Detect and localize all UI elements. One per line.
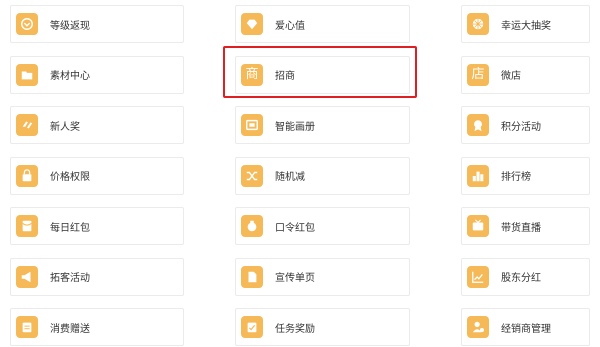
feature-item[interactable]: 素材中心: [10, 55, 184, 94]
lottery-wheel-icon: [467, 13, 489, 35]
growth-chart-icon: [467, 265, 489, 288]
feature-item[interactable]: 价格权限: [10, 156, 184, 195]
feature-label: 随机减: [275, 172, 305, 183]
feature-item[interactable]: 任务奖励: [235, 308, 410, 346]
feature-label: 排行榜: [501, 172, 531, 183]
hands-icon: [16, 114, 38, 136]
feature-label: 智能画册: [275, 121, 315, 133]
folder-icon: [16, 63, 38, 86]
feature-label: 招商: [275, 71, 295, 82]
money-bag-icon: [241, 215, 263, 237]
feature-item[interactable]: 等级返现: [10, 5, 184, 43]
feature-item[interactable]: 新人奖: [10, 106, 184, 144]
megaphone-icon: [16, 265, 38, 288]
feature-item[interactable]: 股东分红: [461, 257, 590, 296]
shuffle-icon: [241, 164, 263, 187]
feature-label: 新人奖: [50, 121, 80, 133]
flyer-icon: [241, 265, 263, 288]
feature-label: 每日红包: [50, 222, 90, 234]
feature-item[interactable]: 宣传单页: [235, 257, 410, 296]
feature-item[interactable]: 积分活动: [461, 106, 590, 144]
feature-label: 积分活动: [501, 121, 541, 133]
feature-label: 幸运大抽奖: [501, 20, 551, 32]
badge-icon: [16, 13, 38, 35]
feature-label: 股东分红: [501, 273, 541, 284]
shang-icon: 商: [241, 63, 263, 86]
feature-item[interactable]: 经销商管理: [461, 308, 590, 346]
feature-label: 微店: [501, 71, 521, 82]
feature-label: 任务奖励: [275, 323, 315, 335]
feature-label: 经销商管理: [501, 323, 551, 335]
red-packet-icon: [16, 215, 38, 237]
lock-bag-icon: [16, 164, 38, 187]
feature-item[interactable]: 带货直播: [461, 207, 590, 245]
feature-item[interactable]: 智能画册: [235, 106, 410, 144]
feature-label: 素材中心: [50, 71, 90, 82]
dealer-icon: [467, 316, 489, 338]
medal-icon: [467, 114, 489, 136]
feature-item[interactable]: 爱心值: [235, 5, 410, 43]
feature-label: 宣传单页: [275, 273, 315, 284]
icon-glyph: 商: [245, 67, 259, 82]
feature-label: 消费赠送: [50, 323, 90, 335]
feature-item[interactable]: 随机减: [235, 156, 410, 195]
feature-item[interactable]: 排行榜: [461, 156, 590, 195]
feature-item[interactable]: 拓客活动: [10, 257, 184, 296]
feature-label: 拓客活动: [50, 273, 90, 284]
feature-label: 价格权限: [50, 172, 90, 183]
album-icon: [241, 114, 263, 136]
icon-glyph: 店: [471, 67, 485, 82]
heart-diamond-icon: [241, 13, 263, 35]
feature-item[interactable]: 消费赠送: [10, 308, 184, 346]
feature-label: 等级返现: [50, 20, 90, 32]
dian-icon: 店: [467, 63, 489, 86]
feature-label: 带货直播: [501, 222, 541, 234]
task-clipboard-icon: [241, 316, 263, 338]
clipboard-icon: [16, 316, 38, 338]
live-tv-icon: [467, 215, 489, 237]
feature-item[interactable]: 幸运大抽奖: [461, 5, 590, 43]
feature-label: 口令红包: [275, 222, 315, 234]
feature-item[interactable]: 店 微店: [461, 55, 590, 94]
feature-item[interactable]: 每日红包: [10, 207, 184, 245]
feature-item[interactable]: 口令红包: [235, 207, 410, 245]
feature-item[interactable]: 商 招商: [235, 55, 410, 94]
feature-label: 爱心值: [275, 20, 305, 32]
ranking-icon: [467, 164, 489, 187]
